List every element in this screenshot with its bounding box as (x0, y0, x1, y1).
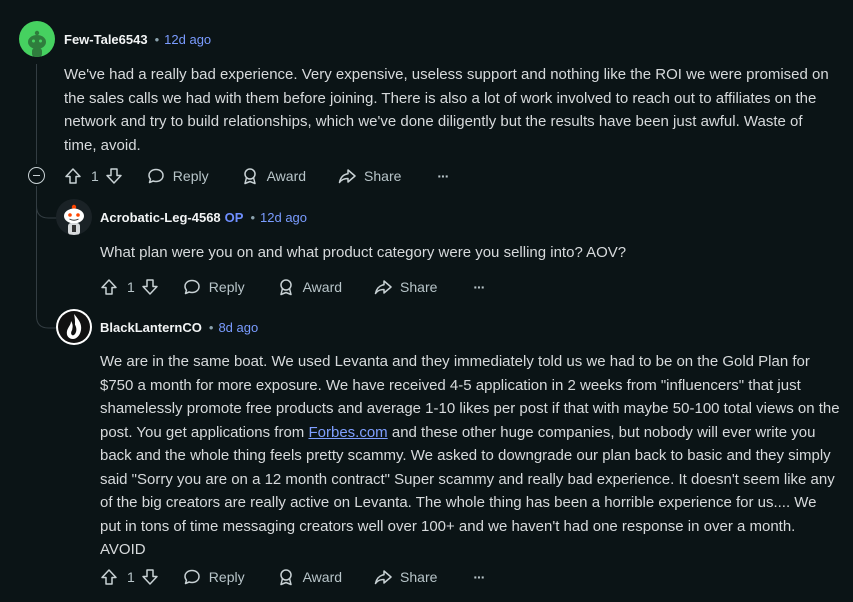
comment-actions: 1 Reply Award Share ··· (64, 164, 449, 188)
collapse-icon[interactable] (28, 167, 45, 184)
comment-body: What plan were you on and what product c… (100, 241, 840, 265)
reply-icon (184, 569, 200, 585)
meta-separator: • (208, 320, 214, 335)
more-icon[interactable]: ··· (437, 168, 449, 184)
award-label: Award (302, 569, 343, 585)
share-icon (374, 280, 392, 295)
award-label: Award (302, 279, 343, 295)
reply-label: Reply (208, 279, 245, 295)
comment-author[interactable]: BlackLanternCO (100, 320, 202, 335)
downvote-button[interactable] (105, 167, 123, 185)
upvote-icon (65, 168, 81, 184)
share-icon (374, 570, 392, 585)
award-icon (279, 569, 292, 586)
comment-timestamp[interactable]: 8d ago (218, 320, 258, 335)
award-button[interactable]: Award (277, 568, 342, 586)
snoo-avatar-op[interactable] (56, 199, 92, 235)
comment-actions: 1 Reply Award Share ··· (100, 275, 485, 299)
comment-text-part: and these other huge companies, but nobo… (100, 423, 835, 559)
flame-logo-avatar[interactable] (56, 309, 92, 345)
comment-body: We've had a really bad experience. Very … (64, 63, 839, 157)
comment-text: We are in the same boat. We used Levanta… (100, 350, 840, 562)
vote-score: 1 (127, 279, 135, 295)
vote-score: 1 (127, 569, 135, 585)
op-badge: OP (224, 210, 244, 225)
award-button[interactable]: Award (241, 167, 306, 185)
upvote-button[interactable] (64, 167, 82, 185)
downvote-icon (106, 168, 122, 184)
upvote-button[interactable] (100, 568, 118, 586)
reply-label: Reply (172, 168, 209, 184)
snoo-avatar-green[interactable] (19, 21, 55, 57)
reply-icon (148, 168, 164, 184)
reply-button[interactable]: Reply (183, 568, 245, 586)
share-button[interactable]: Share (374, 278, 437, 296)
share-button[interactable]: Share (338, 167, 401, 185)
award-icon (243, 168, 256, 185)
comment-timestamp[interactable]: 12d ago (164, 32, 211, 47)
downvote-button[interactable] (141, 568, 159, 586)
downvote-button[interactable] (141, 278, 159, 296)
reply-button[interactable]: Reply (147, 167, 209, 185)
reply-label: Reply (208, 569, 245, 585)
share-label: Share (400, 569, 438, 585)
upvote-button[interactable] (100, 278, 118, 296)
vote-score: 1 (91, 168, 99, 184)
share-icon (338, 169, 356, 184)
meta-separator: • (250, 210, 256, 225)
share-button[interactable]: Share (374, 568, 437, 586)
share-label: Share (364, 168, 402, 184)
flame-logo-icon (58, 311, 90, 343)
more-icon[interactable]: ··· (473, 279, 485, 295)
thread-connector-2 (36, 296, 58, 329)
thread-line-root (36, 64, 37, 164)
comment-author[interactable]: Acrobatic-Leg-4568 (100, 210, 221, 225)
share-label: Share (400, 279, 438, 295)
award-button[interactable]: Award (277, 278, 342, 296)
downvote-icon (142, 569, 158, 585)
comment-text: What plan were you on and what product c… (100, 244, 627, 261)
snoo-op-icon (64, 204, 84, 235)
comment-body: We are in the same boat. We used Levanta… (100, 350, 840, 562)
downvote-icon (142, 279, 158, 295)
comment-actions: 1 Reply Award Share ··· (100, 565, 485, 589)
more-icon[interactable]: ··· (473, 569, 485, 585)
comment-text: We've had a really bad experience. Very … (64, 66, 829, 154)
reply-button[interactable]: Reply (183, 278, 245, 296)
upvote-icon (101, 279, 117, 295)
award-icon (279, 279, 292, 296)
snoo-icon (28, 30, 46, 57)
meta-separator: • (154, 32, 160, 47)
comment-timestamp[interactable]: 12d ago (260, 210, 307, 225)
forbes-link[interactable]: Forbes.com (308, 424, 387, 441)
upvote-icon (101, 569, 117, 585)
award-label: Award (266, 168, 307, 184)
comment-author[interactable]: Few-Tale6543 (64, 32, 148, 47)
reply-icon (184, 279, 200, 295)
thread-connector-1 (36, 186, 58, 219)
